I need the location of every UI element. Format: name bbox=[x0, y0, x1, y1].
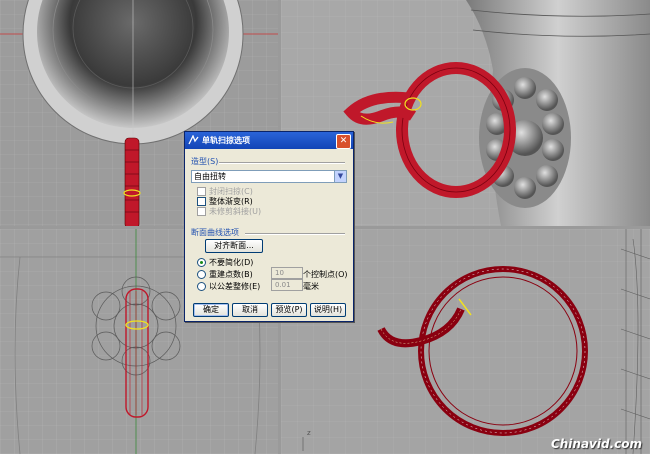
radio-dot[interactable] bbox=[197, 282, 206, 291]
dialog-titlebar[interactable]: 单轨扫掠选项 ✕ bbox=[185, 132, 353, 149]
checkbox-untrimmed-miters[interactable]: 未修剪斜接(U) bbox=[197, 206, 261, 217]
divider bbox=[245, 233, 345, 235]
radio-refit-tolerance[interactable]: 以公差整修(E) bbox=[197, 281, 260, 292]
tolerance-unit-label: 毫米 bbox=[303, 282, 319, 291]
style-select-value: 自由扭转 bbox=[194, 172, 226, 181]
chevron-down-icon[interactable]: ▼ bbox=[334, 171, 346, 182]
radio-dot[interactable] bbox=[197, 258, 206, 267]
svg-text:z: z bbox=[307, 429, 311, 437]
curve-options-label: 断面曲线选项 bbox=[191, 228, 239, 237]
control-points-label: 个控制点(O) bbox=[303, 270, 348, 279]
ok-button[interactable]: 确定 bbox=[193, 303, 229, 317]
checkbox-box[interactable] bbox=[197, 207, 206, 216]
checkbox-label: 未修剪斜接(U) bbox=[209, 207, 262, 216]
checkbox-box[interactable] bbox=[197, 197, 206, 206]
help-button[interactable]: 说明(H) bbox=[310, 303, 346, 317]
divider bbox=[219, 162, 345, 164]
rebuild-points-input[interactable]: 10 bbox=[271, 267, 303, 279]
checkbox-box[interactable] bbox=[197, 187, 206, 196]
preview-button[interactable]: 预览(P) bbox=[271, 303, 307, 317]
style-select[interactable]: 自由扭转 ▼ bbox=[191, 170, 347, 183]
radio-label: 不要简化(D) bbox=[209, 258, 254, 267]
watermark: Chinavid.com bbox=[550, 437, 642, 451]
tolerance-input[interactable]: 0.01 bbox=[271, 279, 303, 291]
sweep-options-dialog: 单轨扫掠选项 ✕ 造型(S) 自由扭转 ▼ 封闭扫掠(C) 整体渐变(R) 未修… bbox=[184, 131, 354, 322]
handle-rail[interactable] bbox=[124, 137, 140, 226]
app-icon bbox=[188, 135, 199, 146]
radio-rebuild-points[interactable]: 重建点数(B) bbox=[197, 269, 253, 280]
style-section-label: 造型(S) bbox=[191, 157, 219, 166]
modeling-workspace: z 单轨扫掠选项 ✕ 造型(S) 自由扭转 ▼ 封闭扫掠(C) 整体渐变(R) bbox=[0, 0, 650, 454]
radio-do-not-simplify[interactable]: 不要简化(D) bbox=[197, 257, 253, 268]
radio-label: 重建点数(B) bbox=[209, 270, 253, 279]
align-cross-sections-button[interactable]: 对齐断面... bbox=[205, 239, 263, 253]
cancel-button[interactable]: 取消 bbox=[232, 303, 268, 317]
radio-label: 以公差整修(E) bbox=[209, 282, 261, 291]
close-icon[interactable]: ✕ bbox=[336, 134, 351, 149]
dialog-title: 单轨扫掠选项 bbox=[202, 136, 250, 145]
radio-dot[interactable] bbox=[197, 270, 206, 279]
